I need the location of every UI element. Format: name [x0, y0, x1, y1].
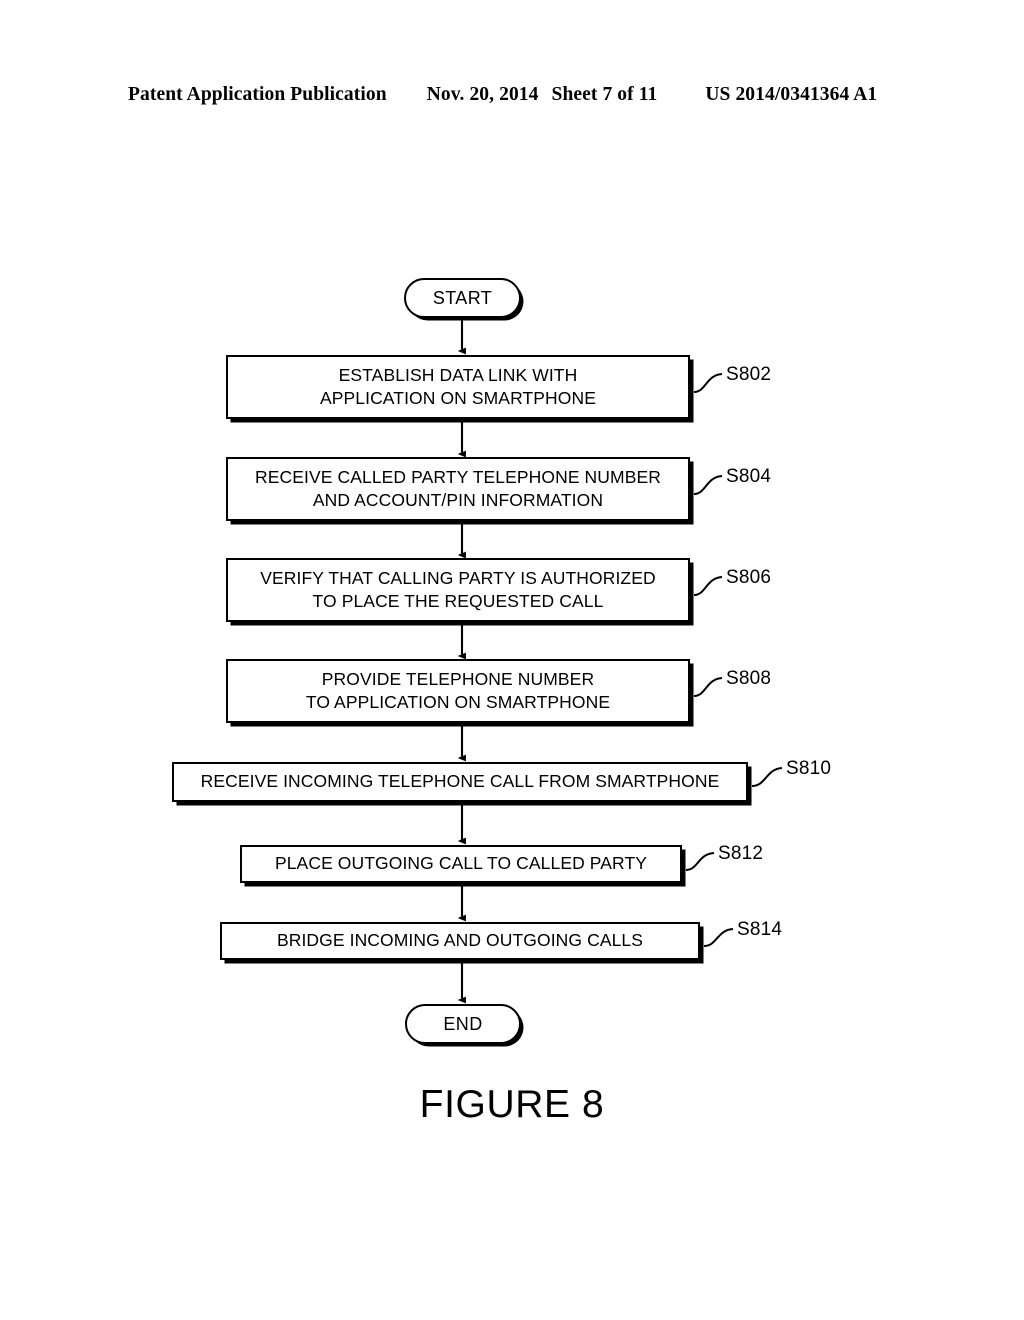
flowchart-step-s804: RECEIVE CALLED PARTY TELEPHONE NUMBER AN… — [226, 457, 690, 521]
flowchart-end-node: END — [405, 1004, 521, 1044]
leader-line-s814 — [703, 928, 734, 947]
step-ref-s812: S812 — [718, 843, 764, 864]
flowchart-step-s808: PROVIDE TELEPHONE NUMBER TO APPLICATION … — [226, 659, 690, 723]
step-ref-s806: S806 — [726, 567, 772, 588]
flowchart-step-s810: RECEIVE INCOMING TELEPHONE CALL FROM SMA… — [172, 762, 748, 802]
step-s814-text: BRIDGE INCOMING AND OUTGOING CALLS — [276, 930, 644, 951]
step-s802-line2: APPLICATION ON SMARTPHONE — [319, 388, 597, 408]
figure-caption: FIGURE 8 — [419, 1083, 605, 1126]
step-ref-s814: S814 — [737, 919, 783, 940]
leader-line-s802 — [693, 373, 723, 393]
step-s806-text: VERIFY THAT CALLING PARTY IS AUTHORIZED … — [252, 567, 663, 614]
flowchart-step-s806: VERIFY THAT CALLING PARTY IS AUTHORIZED … — [226, 558, 690, 622]
step-s808-text: PROVIDE TELEPHONE NUMBER TO APPLICATION … — [298, 668, 618, 715]
step-s810-text: RECEIVE INCOMING TELEPHONE CALL FROM SMA… — [200, 771, 720, 792]
step-ref-s804: S804 — [726, 466, 772, 487]
leader-line-s812 — [685, 852, 715, 871]
step-s806-line1: VERIFY THAT CALLING PARTY IS AUTHORIZED — [260, 567, 656, 588]
step-s802-text: ESTABLISH DATA LINK WITH APPLICATION ON … — [312, 364, 604, 411]
step-s808-line1: PROVIDE TELEPHONE NUMBER — [321, 668, 595, 689]
step-s812-text: PLACE OUTGOING CALL TO CALLED PARTY — [274, 853, 648, 874]
step-s802-line1: ESTABLISH DATA LINK WITH — [338, 364, 578, 385]
leader-line-s804 — [693, 475, 723, 495]
step-ref-s802: S802 — [726, 364, 772, 385]
leader-line-s806 — [693, 576, 723, 596]
step-s804-text: RECEIVE CALLED PARTY TELEPHONE NUMBER AN… — [247, 466, 669, 513]
step-s804-line2: AND ACCOUNT/PIN INFORMATION — [312, 490, 604, 510]
step-s808-line2: TO APPLICATION ON SMARTPHONE — [305, 692, 611, 712]
start-label: START — [432, 287, 493, 308]
end-label: END — [443, 1013, 483, 1034]
step-ref-s808: S808 — [726, 668, 772, 689]
flowchart-start-node: START — [404, 278, 521, 318]
step-s806-line2: TO PLACE THE REQUESTED CALL — [312, 591, 604, 611]
flowchart-step-s814: BRIDGE INCOMING AND OUTGOING CALLS — [220, 922, 700, 960]
flowchart-step-s812: PLACE OUTGOING CALL TO CALLED PARTY — [240, 845, 682, 883]
flowchart-figure: START ESTABLISH DATA LINK WITH APPLICATI… — [0, 0, 1024, 1320]
leader-line-s808 — [693, 677, 723, 697]
step-s804-line1: RECEIVE CALLED PARTY TELEPHONE NUMBER — [255, 466, 661, 487]
step-ref-s810: S810 — [786, 758, 832, 779]
leader-line-s810 — [751, 767, 783, 787]
flowchart-step-s802: ESTABLISH DATA LINK WITH APPLICATION ON … — [226, 355, 690, 419]
